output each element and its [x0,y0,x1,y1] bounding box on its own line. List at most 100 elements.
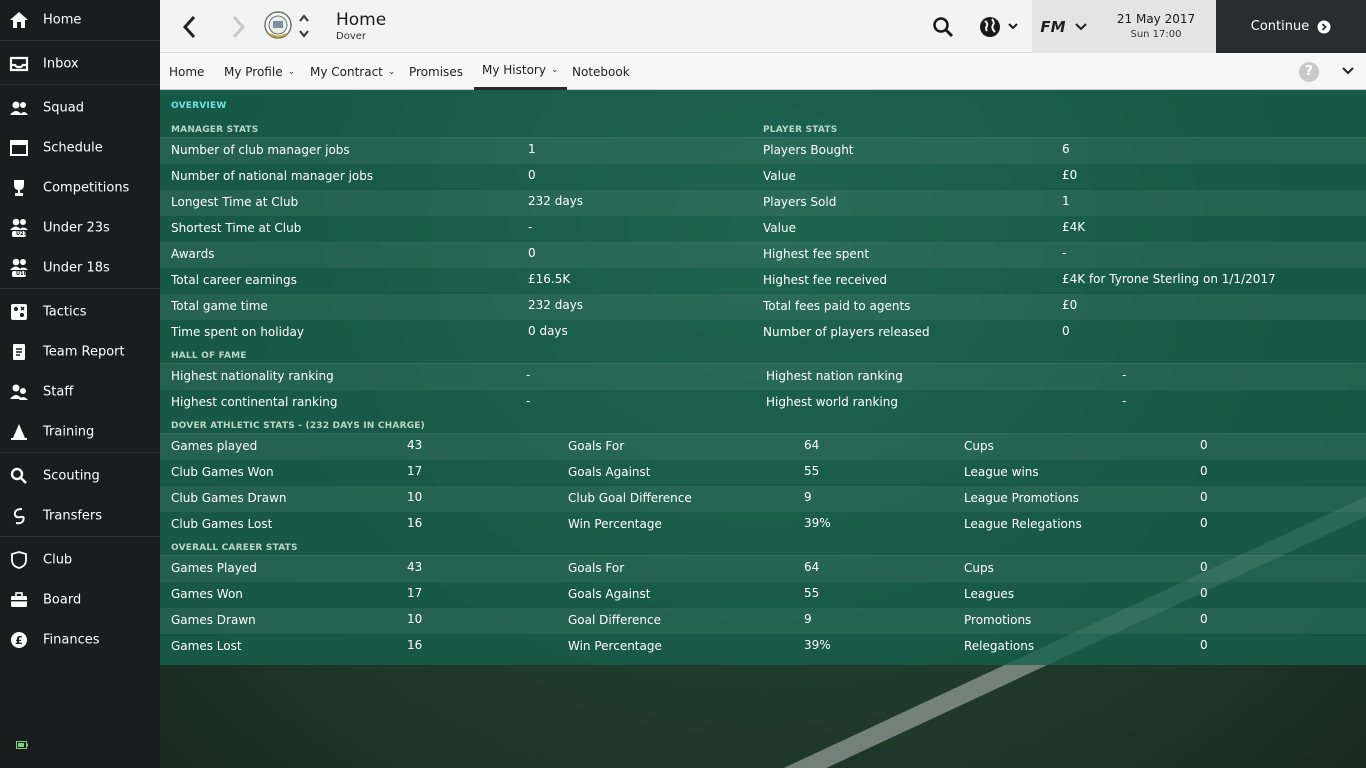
sidebar-item-team-report[interactable]: Team Report [0,332,160,372]
player-stats-heading: PLAYER STATS [763,125,838,135]
table-row [160,364,1366,390]
stat-label: Cups [964,561,994,575]
search-button[interactable] [932,16,954,38]
tab-my-contract[interactable]: My Contract ⌄ [310,53,395,90]
player-stat-label: Total fees paid to agents [763,299,911,313]
fm-menu-button[interactable]: FM [1032,0,1096,53]
stat-value: 16 [407,638,423,652]
pound-coin-icon: £ [8,629,30,651]
globe-icon [980,17,1018,37]
back-button[interactable] [176,12,204,42]
sidebar-item-board[interactable]: Board [0,580,160,620]
stat-value: 0 [1200,516,1208,530]
inbox-icon [8,53,30,75]
hall-of-fame-value: - [1122,368,1127,382]
stat-label: Goal Difference [568,613,662,627]
world-menu-button[interactable] [978,15,1022,39]
chevron-down-icon: ⌄ [550,65,559,75]
stat-value: 55 [804,464,820,478]
search-icon [933,17,954,38]
stat-label: Leagues [964,587,1015,601]
more-options-button[interactable] [1338,62,1358,82]
tab-label: Notebook [572,64,630,79]
stat-label: League Promotions [964,491,1079,505]
manager-stat-value: 0 days [528,324,568,338]
table-row [160,634,1366,660]
sidebar-item-under-18s[interactable]: U18 Under 18s [0,248,160,288]
chevron-down-icon [1342,67,1354,75]
sidebar-item-inbox[interactable]: Inbox [0,44,160,84]
stat-label: Club Goal Difference [568,491,692,505]
current-time: Sun 17:00 [1130,29,1182,40]
player-stat-value: £0 [1062,298,1078,312]
manager-stat-label: Longest Time at Club [171,195,299,209]
chevron-right-icon [232,15,246,39]
forward-button[interactable] [224,12,252,42]
hall-of-fame-label: Highest nationality ranking [171,369,334,383]
tab-notebook[interactable]: Notebook [572,53,630,90]
club-badge[interactable] [263,9,293,43]
divider [0,84,160,85]
calendar-icon [8,137,30,159]
stat-label: Games Played [171,561,257,575]
sidebar-item-club[interactable]: Club [0,540,160,580]
player-stat-value: £0 [1062,168,1078,182]
sidebar-item-staff[interactable]: Staff [0,372,160,412]
table-row [160,556,1366,582]
stat-value: 10 [407,490,423,504]
sidebar-item-under-23s[interactable]: U23 Under 23s [0,208,160,248]
sidebar-item-squad[interactable]: Squad [0,88,160,128]
page-subtitle: Dover [336,31,366,42]
stat-label: Games Lost [171,639,242,653]
stat-label: Goals Against [568,465,651,479]
stat-value: 39% [804,638,831,652]
help-button[interactable]: ? [1299,62,1319,82]
player-stat-label: Value [763,221,796,235]
player-stat-value: - [1062,246,1067,260]
stat-label: Cups [964,439,994,453]
page-title: Home [336,10,387,30]
svg-text:£: £ [15,634,23,647]
player-stat-label: Value [763,169,796,183]
tab-my-history[interactable]: My History ⌄ [474,53,567,90]
sidebar-item-label: Under 23s [43,220,110,236]
manager-stat-label: Shortest Time at Club [171,221,302,235]
date-display[interactable]: 21 May 2017 Sun 17:00 [1096,0,1216,53]
sidebar-item-competitions[interactable]: Competitions [0,168,160,208]
sidebar-item-label: Tactics [43,304,87,320]
stat-value: 0 [1200,612,1208,626]
sidebar-item-label: Schedule [43,140,103,156]
sidebar-item-tactics[interactable]: Tactics [0,292,160,332]
sidebar-item-label: Staff [43,384,74,400]
stat-value: 9 [804,612,812,626]
stat-label: Club Games Lost [171,517,273,531]
club-stats-heading: DOVER ATHLETIC STATS - (232 DAYS IN CHAR… [171,421,425,431]
tab-promises[interactable]: Promises [409,53,463,90]
stat-label: Goals For [568,439,625,453]
club-switch-button[interactable] [297,12,311,40]
player-stat-label: Highest fee spent [763,247,870,261]
sidebar-item-finances[interactable]: £ Finances [0,620,160,660]
sidebar-item-scouting[interactable]: Scouting [0,456,160,496]
player-stat-label: Highest fee received [763,273,888,287]
under18-badge-text: U18 [16,271,28,277]
tab-label: My Profile [224,64,283,79]
hall-of-fame-heading: HALL OF FAME [171,351,247,361]
sidebar-item-label: Scouting [43,468,100,484]
squad-icon [8,97,30,119]
chevron-left-icon [182,15,196,39]
player-stat-value: 0 [1062,324,1070,338]
shield-icon [8,549,30,571]
tab-my-profile[interactable]: My Profile ⌄ [224,53,295,90]
stat-value: 0 [1200,638,1208,652]
tab-home[interactable]: Home [169,53,204,90]
sidebar-item-transfers[interactable]: Transfers [0,496,160,536]
continue-button[interactable]: Continue [1216,0,1366,53]
player-stat-value: 6 [1062,142,1070,156]
tab-label: Promises [409,64,463,79]
stat-value: 9 [804,490,812,504]
sidebar-item-training[interactable]: Training [0,412,160,452]
sidebar-item-home[interactable]: Home [0,0,160,40]
manager-stat-value: 1 [528,142,536,156]
sidebar-item-schedule[interactable]: Schedule [0,128,160,168]
